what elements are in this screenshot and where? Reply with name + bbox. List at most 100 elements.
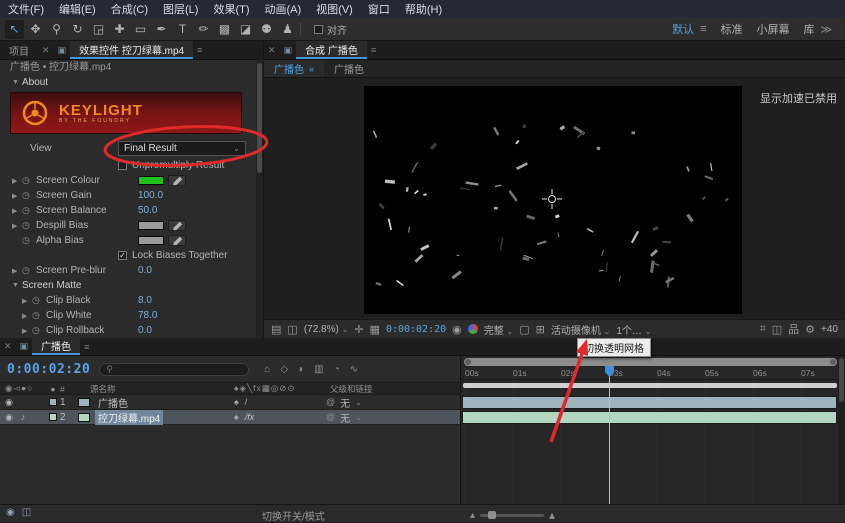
eye-toggle[interactable]: ◉ bbox=[4, 397, 14, 408]
twirl-icon[interactable]: ▶ bbox=[12, 207, 22, 215]
panel-menu-icon[interactable]: ≡ bbox=[193, 41, 206, 59]
stopwatch-icon[interactable]: ◷ bbox=[22, 205, 36, 216]
stopwatch-icon[interactable]: ◷ bbox=[22, 265, 36, 276]
camera-view-select[interactable]: 活动摄像机 ⌄ bbox=[551, 322, 610, 337]
menu-item-1[interactable]: 编辑(E) bbox=[59, 1, 96, 17]
motion-blur-icon[interactable]: ◔ bbox=[334, 364, 340, 375]
audio-toggle[interactable] bbox=[18, 397, 28, 408]
work-area-bar[interactable] bbox=[463, 383, 837, 388]
rulers-icon[interactable]: ▦ bbox=[370, 323, 380, 336]
hide-shy-icon[interactable]: ◗ bbox=[298, 364, 304, 375]
eyedropper-icon[interactable] bbox=[168, 235, 186, 246]
timeline-nav-icon[interactable]: 品 bbox=[788, 321, 799, 337]
viewer-timecode[interactable]: 0:00:02:20 bbox=[386, 324, 446, 335]
color-swatch[interactable] bbox=[138, 176, 164, 185]
time-ruler[interactable]: 00s01s02s03s04s05s06s07s bbox=[461, 367, 837, 380]
layer-bar-1[interactable] bbox=[462, 396, 837, 409]
layer-name[interactable]: 广播色 bbox=[95, 395, 131, 410]
twirl-icon[interactable]: ▶ bbox=[12, 267, 22, 275]
twirl-icon[interactable]: ▶ bbox=[22, 327, 32, 335]
param-checkbox[interactable] bbox=[118, 161, 127, 170]
param-value[interactable]: 100.0 bbox=[138, 190, 163, 201]
close-icon[interactable]: ✕ bbox=[264, 41, 280, 59]
hand-tool-icon[interactable]: ✥ bbox=[26, 20, 45, 39]
hand-zoom-icon[interactable]: ◫ bbox=[287, 323, 297, 336]
pickwhip-icon[interactable]: @ bbox=[326, 412, 335, 422]
tab-composition[interactable]: 合成 广播色 bbox=[296, 41, 367, 59]
zoom-out-frames-icon[interactable]: ▴ bbox=[470, 510, 475, 521]
effect-row-8[interactable]: ▼Screen Matte bbox=[0, 278, 263, 293]
composition-mini-icon[interactable]: ◉ bbox=[6, 507, 15, 518]
param-value[interactable]: 78.0 bbox=[138, 310, 157, 321]
timeline-scrollbar[interactable] bbox=[838, 356, 845, 504]
layer-row-1[interactable]: ◉1广播色♠/@无⌄ bbox=[0, 395, 460, 410]
stopwatch-icon[interactable]: ◷ bbox=[32, 310, 46, 321]
workspace-overflow-icon[interactable]: ≫ bbox=[820, 23, 832, 36]
workspace-2[interactable]: 小屏幕 bbox=[756, 21, 789, 37]
shape-tool-icon[interactable]: ▭ bbox=[131, 20, 150, 39]
grid-guides-icon[interactable]: ✛ bbox=[354, 323, 363, 336]
zoom-tool-icon[interactable]: ⚲ bbox=[47, 20, 66, 39]
camera-tool-icon[interactable]: ◲ bbox=[89, 20, 108, 39]
effect-row-11[interactable]: ▶◷Clip Rollback0.0 bbox=[0, 323, 263, 338]
view-layout-select[interactable]: 1个… ⌄ bbox=[616, 322, 651, 337]
region-of-interest-icon[interactable]: ▢ bbox=[519, 323, 529, 336]
menu-item-3[interactable]: 图层(L) bbox=[163, 1, 198, 17]
eyedropper-icon[interactable] bbox=[168, 220, 186, 231]
stopwatch-icon[interactable]: ◷ bbox=[32, 295, 46, 306]
zoom-in-frames-icon[interactable]: ▴ bbox=[549, 508, 555, 522]
search-input[interactable]: ⚲ bbox=[99, 363, 249, 376]
quality-switch[interactable]: ♠ bbox=[234, 412, 239, 422]
frame-blend-icon[interactable]: ▥ bbox=[314, 364, 323, 375]
fast-preview-icon[interactable]: ◫ bbox=[772, 323, 782, 336]
zoom-track[interactable] bbox=[480, 514, 544, 517]
time-navigator[interactable] bbox=[464, 358, 837, 366]
twirl-down-icon[interactable]: ▼ bbox=[12, 79, 22, 86]
layer-bar-2[interactable] bbox=[462, 411, 837, 424]
magnification-select[interactable]: (72.8%) ⌄ bbox=[304, 324, 349, 335]
menu-item-6[interactable]: 视图(V) bbox=[316, 1, 353, 17]
stopwatch-icon[interactable]: ◷ bbox=[22, 175, 36, 186]
viewer-tab-2[interactable]: 广播色 bbox=[324, 60, 374, 77]
layer-name[interactable]: 控刀绿幕.mp4 bbox=[95, 410, 163, 425]
effect-row-9[interactable]: ▶◷Clip Black8.0 bbox=[0, 293, 263, 308]
pen-tool-icon[interactable]: ✒ bbox=[152, 20, 171, 39]
quality-switch[interactable]: ♠ bbox=[234, 397, 239, 407]
menu-item-5[interactable]: 动画(A) bbox=[265, 1, 302, 17]
tab-effect-controls[interactable]: 效果控件 控刀绿幕.mp4 bbox=[70, 41, 193, 59]
parent-select[interactable]: 无 bbox=[340, 395, 350, 410]
current-time-display[interactable]: 0:00:02:20 bbox=[7, 362, 90, 377]
pan-behind-tool-icon[interactable]: ✚ bbox=[110, 20, 129, 39]
exposure-value[interactable]: +40 bbox=[821, 324, 838, 335]
effect-row-1[interactable]: ▶◷Screen Colour bbox=[0, 173, 263, 188]
param-checkbox[interactable]: ✓ bbox=[118, 251, 127, 260]
audio-toggle[interactable]: ♪ bbox=[18, 412, 28, 423]
label-color-chip[interactable] bbox=[49, 398, 57, 406]
source-name-header[interactable]: 源名称 bbox=[76, 383, 234, 395]
parent-select[interactable]: 无 bbox=[340, 410, 350, 425]
pickwhip-icon[interactable]: @ bbox=[326, 397, 335, 407]
effect-row-4[interactable]: ▶◷Despill Bias bbox=[0, 218, 263, 233]
stopwatch-icon[interactable]: ◷ bbox=[22, 220, 36, 231]
color-swatch[interactable] bbox=[138, 236, 164, 245]
orbit-camera-tool-icon[interactable]: ↻ bbox=[68, 20, 87, 39]
switches-value[interactable]: / bbox=[245, 397, 248, 407]
effect-row-2[interactable]: ▶◷Screen Gain100.0 bbox=[0, 188, 263, 203]
panel-menu-icon[interactable]: ≡ bbox=[80, 338, 93, 355]
twirl-icon[interactable]: ▶ bbox=[12, 222, 22, 230]
menu-item-8[interactable]: 帮助(H) bbox=[405, 1, 442, 17]
color-swatch[interactable] bbox=[138, 221, 164, 230]
gear-icon[interactable]: ⚙ bbox=[805, 323, 815, 336]
comp-mini-flowchart-icon[interactable]: ⌂ bbox=[264, 364, 270, 375]
param-value[interactable]: 50.0 bbox=[138, 205, 157, 216]
playhead[interactable] bbox=[609, 366, 610, 504]
param-value[interactable]: 0.0 bbox=[138, 325, 152, 336]
draft-3d-icon[interactable]: ◇ bbox=[280, 364, 288, 375]
transparency-grid-button[interactable]: ⊞ bbox=[536, 323, 545, 336]
viewer-tab-1[interactable]: 广播色 « bbox=[264, 60, 324, 77]
switches-value[interactable]: /fx bbox=[245, 412, 255, 422]
scrollbar-thumb[interactable] bbox=[257, 63, 262, 173]
effect-row-6[interactable]: ✓Lock Biases Together bbox=[0, 248, 263, 263]
puppet-pin-tool-icon[interactable]: ♟ bbox=[278, 20, 297, 39]
menu-item-0[interactable]: 文件(F) bbox=[8, 1, 44, 17]
